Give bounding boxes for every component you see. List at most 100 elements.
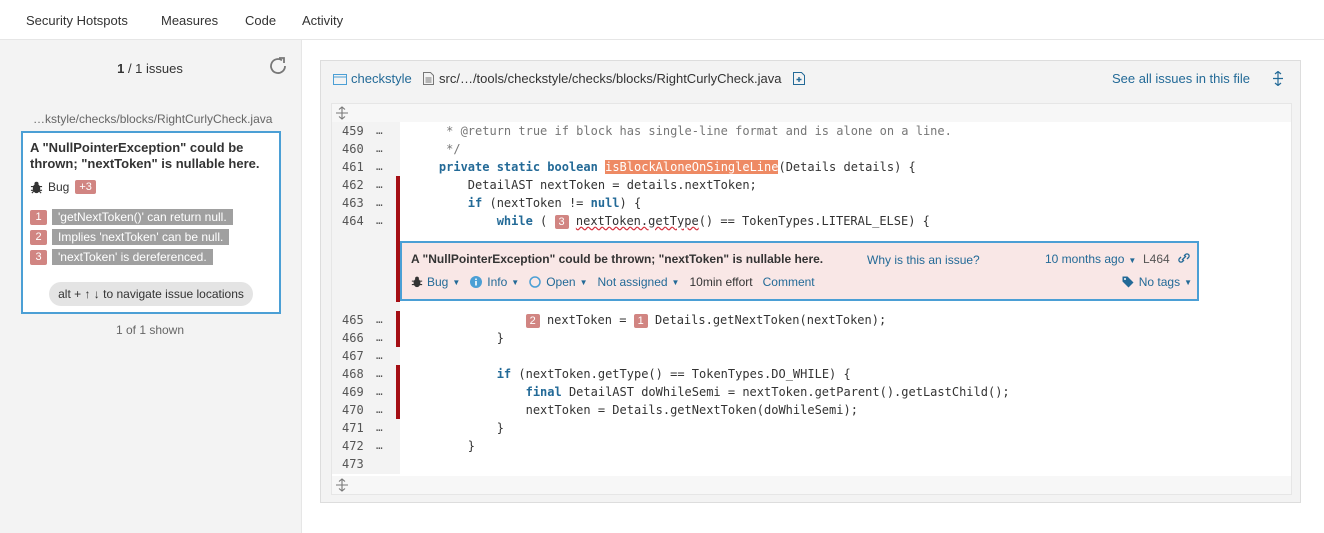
reload-icon[interactable] <box>266 54 290 78</box>
status-dropdown[interactable]: Open ▼ <box>529 275 588 289</box>
scm-dots[interactable]: … <box>376 419 383 437</box>
scm-dots[interactable]: … <box>376 212 383 230</box>
line-number[interactable]: 459 <box>342 122 368 140</box>
code-fragment: nextToken = Details.getNextToken(doWhile… <box>525 403 858 417</box>
scm-dots[interactable]: … <box>376 122 383 140</box>
issue-marker[interactable] <box>396 212 400 230</box>
keyword: while <box>496 214 533 228</box>
bug-icon <box>30 181 43 193</box>
code-text: */ <box>410 142 461 156</box>
nav-measures[interactable]: Measures <box>161 13 218 28</box>
permalink-icon[interactable] <box>1177 251 1191 265</box>
code-text: 2 nextToken = 1 Details.getNextToken(nex… <box>410 311 886 330</box>
code-fragment: (Details details) { <box>778 160 916 174</box>
code-fragment: } <box>467 439 476 453</box>
inline-issue-title[interactable]: A "NullPointerException" could be thrown… <box>411 252 823 266</box>
issue-marker[interactable] <box>396 401 400 419</box>
code-line: 470 … nextToken = Details.getNextToken(d… <box>332 401 1291 419</box>
code-line: 472 … } <box>332 437 1291 455</box>
source-viewer: checkstyle src/…/tools/checkstyle/checks… <box>320 60 1301 503</box>
tag-icon <box>1122 276 1134 288</box>
highlighted-method[interactable]: isBlockAloneOnSingleLine <box>605 160 779 174</box>
line-number[interactable]: 467 <box>342 347 368 365</box>
code-text: } <box>410 329 504 347</box>
code-text: final DetailAST doWhileSemi = nextToken.… <box>410 383 1010 401</box>
issue-marker[interactable] <box>396 329 400 347</box>
line-number[interactable]: 473 <box>342 455 368 473</box>
expand-all-icon[interactable] <box>1273 71 1283 86</box>
scm-dots[interactable]: … <box>376 311 383 329</box>
line-number[interactable]: 471 <box>342 419 368 437</box>
issue-marker[interactable] <box>396 383 400 401</box>
issue-location-text[interactable]: nextToken.getType <box>576 214 699 228</box>
line-number[interactable]: 462 <box>342 176 368 194</box>
project-icon <box>333 73 347 85</box>
flow-location-3[interactable]: 3 'nextToken' is dereferenced. <box>30 249 213 265</box>
tags-value: No tags <box>1138 275 1181 289</box>
see-all-issues-link[interactable]: See all issues in this file <box>1112 71 1250 86</box>
location-marker-2[interactable]: 2 <box>525 314 540 328</box>
project-name[interactable]: checkstyle <box>351 71 412 86</box>
comment-link[interactable]: Comment <box>763 275 815 289</box>
see-all-issues-text[interactable]: See all issues in this file <box>1112 71 1250 86</box>
expand-above[interactable] <box>332 104 1291 122</box>
scm-dots[interactable]: … <box>376 176 383 194</box>
line-number[interactable]: 460 <box>342 140 368 158</box>
issue-date-text: 10 months ago <box>1045 252 1125 266</box>
issue-date[interactable]: 10 months ago ▼ <box>1045 252 1136 266</box>
line-number[interactable]: 468 <box>342 365 368 383</box>
line-number[interactable]: 463 <box>342 194 368 212</box>
scm-dots[interactable]: … <box>376 365 383 383</box>
scm-dots[interactable]: … <box>376 194 383 212</box>
issue-card[interactable]: A "NullPointerException" could be thrown… <box>21 131 281 314</box>
scm-dots[interactable]: … <box>376 158 383 176</box>
code-fragment: } <box>496 331 504 345</box>
line-number[interactable]: 466 <box>342 329 368 347</box>
project-link[interactable]: checkstyle <box>333 71 412 86</box>
code-text: } <box>410 419 504 437</box>
location-marker-1[interactable]: 1 <box>633 314 648 328</box>
line-number[interactable]: 464 <box>342 212 368 230</box>
nav-activity[interactable]: Activity <box>302 13 343 28</box>
copy-path-icon[interactable] <box>793 71 805 85</box>
code-text: if (nextToken.getType() == TokenTypes.DO… <box>410 365 851 383</box>
issue-marker[interactable] <box>396 311 400 329</box>
line-number[interactable]: 461 <box>342 158 368 176</box>
tags-dropdown[interactable]: No tags ▼ <box>1122 275 1192 289</box>
issue-marker[interactable] <box>396 365 400 383</box>
code-line: 473 <box>332 455 1291 473</box>
scm-dots[interactable]: … <box>376 140 383 158</box>
assignee-dropdown[interactable]: Not assigned ▼ <box>598 275 680 289</box>
why-is-this-an-issue-link[interactable]: Why is this an issue? <box>867 253 980 267</box>
chevron-down-icon: ▼ <box>1128 256 1137 265</box>
code-text: nextToken = Details.getNextToken(doWhile… <box>410 401 858 419</box>
code-fragment: nextToken = <box>546 313 634 327</box>
issue-marker[interactable] <box>396 176 400 194</box>
nav-security-hotspots[interactable]: Security Hotspots <box>26 13 128 28</box>
scm-dots[interactable]: … <box>376 347 383 365</box>
flow-location-2[interactable]: 2 Implies 'nextToken' can be null. <box>30 229 230 245</box>
flow-location-1[interactable]: 1 'getNextToken()' can return null. <box>30 209 233 225</box>
line-number[interactable]: 465 <box>342 311 368 329</box>
scm-dots[interactable]: … <box>376 383 383 401</box>
line-number[interactable]: 470 <box>342 401 368 419</box>
expand-below[interactable] <box>332 476 1291 494</box>
code-line: 463 … if (nextToken != null) { <box>332 194 1291 212</box>
top-nav: Security Hotspots Measures Code Activity <box>0 0 1324 40</box>
line-number[interactable]: 469 <box>342 383 368 401</box>
code-fragment: (nextToken != <box>482 196 591 210</box>
nav-code[interactable]: Code <box>245 13 276 28</box>
severity-dropdown[interactable]: Info ▼ <box>470 275 519 289</box>
scm-dots[interactable]: … <box>376 401 383 419</box>
scm-dots[interactable]: … <box>376 329 383 347</box>
scm-dots[interactable]: … <box>376 437 383 455</box>
location-marker-3[interactable]: 3 <box>554 215 569 229</box>
code-text: } <box>410 437 475 455</box>
chevron-down-icon: ▼ <box>452 277 461 287</box>
code-fragment: DetailAST doWhileSemi = nextToken.getPar… <box>561 385 1010 399</box>
shown-count: 1 of 1 shown <box>115 323 185 337</box>
inline-issue-box[interactable]: A "NullPointerException" could be thrown… <box>400 241 1199 301</box>
issue-type-dropdown[interactable]: Bug ▼ <box>411 275 460 289</box>
line-number[interactable]: 472 <box>342 437 368 455</box>
issue-marker[interactable] <box>396 194 400 212</box>
